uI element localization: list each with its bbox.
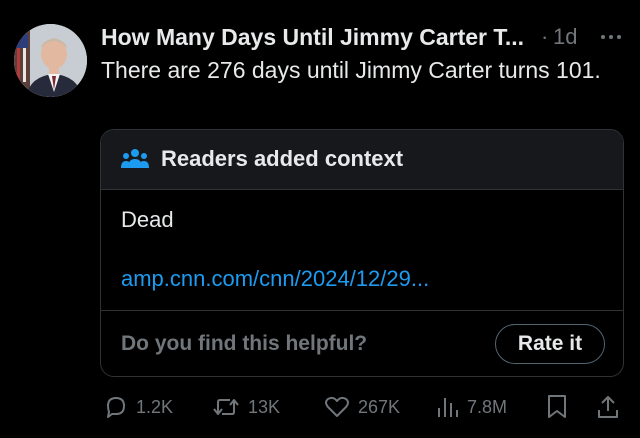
note-title: Readers added context bbox=[161, 146, 404, 171]
note-footer: Do you find this helpful? Rate it bbox=[101, 310, 623, 376]
helpful-prompt: Do you find this helpful? bbox=[121, 332, 368, 355]
note-source-link[interactable]: amp.cnn.com/cnn/2024/12/29... bbox=[121, 264, 429, 294]
community-note: Readers added context Dead amp.cnn.com/c… bbox=[100, 129, 624, 377]
rate-it-button[interactable]: Rate it bbox=[495, 324, 605, 364]
note-body: Dead bbox=[121, 207, 174, 232]
timestamp[interactable]: 1d bbox=[553, 22, 577, 52]
post-header: How Many Days Until Jimmy Carter T... · … bbox=[101, 22, 621, 52]
views-action[interactable]: 7.8M bbox=[435, 390, 507, 424]
more-dots-icon[interactable] bbox=[596, 26, 626, 48]
bar-chart-icon bbox=[435, 395, 459, 419]
separator-dot: · bbox=[541, 24, 549, 49]
avatar[interactable] bbox=[14, 24, 87, 97]
bookmark-action[interactable] bbox=[546, 390, 568, 424]
note-header: Readers added context bbox=[101, 130, 623, 190]
post-text: There are 276 days until Jimmy Carter tu… bbox=[101, 57, 601, 83]
repost-arrows-icon bbox=[212, 395, 240, 419]
like-count: 267K bbox=[358, 396, 401, 417]
reply-action[interactable]: 1.2K bbox=[104, 390, 173, 424]
reply-count: 1.2K bbox=[136, 396, 174, 417]
views-count: 7.8M bbox=[467, 396, 508, 417]
share-action[interactable] bbox=[596, 390, 620, 424]
heart-icon bbox=[324, 395, 350, 419]
repost-count: 13K bbox=[248, 396, 281, 417]
bookmark-icon bbox=[546, 394, 568, 420]
people-icon bbox=[121, 148, 149, 170]
avatar-image bbox=[14, 24, 87, 97]
reply-bubble-icon bbox=[104, 395, 128, 419]
action-bar: 1.2K 13K 267K 7.8M bbox=[100, 390, 630, 424]
repost-action[interactable]: 13K bbox=[212, 390, 280, 424]
author-name[interactable]: How Many Days Until Jimmy Carter T... bbox=[101, 22, 524, 52]
share-upload-icon bbox=[596, 394, 620, 420]
like-action[interactable]: 267K bbox=[324, 390, 400, 424]
post: How Many Days Until Jimmy Carter T... · … bbox=[0, 0, 640, 438]
